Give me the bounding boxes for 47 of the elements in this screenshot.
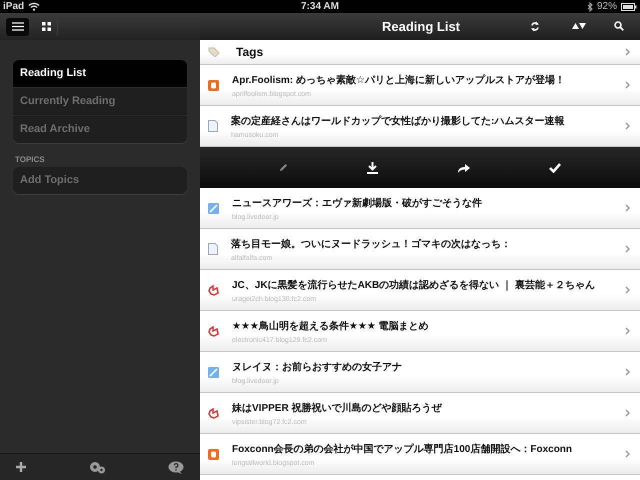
article-title: Apr.Foolism: めっちゃ素敵☆パリと上海に新しいアップルストアが登場！ (232, 73, 565, 86)
search-icon[interactable] (614, 21, 624, 31)
article-title: Foxconn会長の弟の会社が中国でアップル専門店100店舗開設へ：Foxconn (232, 442, 572, 456)
chevron-icon (625, 286, 630, 294)
wifi-icon (28, 2, 40, 11)
device-name: iPad (3, 1, 24, 12)
chevron-icon (625, 409, 630, 417)
checkmark-icon[interactable] (548, 162, 561, 172)
grid-icon (42, 22, 50, 31)
article-title: 落ち目モー娘。ついにヌードラッシュ！ゴマキの次はなっち： (231, 238, 511, 250)
chevron-icon (625, 327, 630, 335)
tag-icon (208, 47, 220, 57)
menu-icon (12, 22, 24, 31)
help-icon[interactable] (168, 460, 184, 474)
gears-icon[interactable] (88, 460, 106, 474)
chevron-icon (625, 48, 630, 56)
pen-square-icon (208, 202, 219, 214)
document-icon (208, 120, 218, 132)
chevron-icon (625, 368, 630, 376)
bluetooth-icon (586, 2, 593, 12)
menu-button[interactable] (6, 18, 29, 36)
sort-icon[interactable] (572, 23, 586, 29)
sidebar-item[interactable]: Reading List (13, 60, 187, 87)
article-title: ニュースアワーズ：エヴァ新劇場版・破がすごそうな件 (232, 196, 482, 210)
add-icon[interactable] (16, 462, 26, 472)
chevron-icon (625, 245, 630, 253)
tags-label: Tags (236, 45, 264, 59)
pencil-icon[interactable] (279, 163, 288, 172)
header-title: Reading List (382, 19, 460, 34)
share-arrow-icon[interactable] (456, 162, 470, 172)
article-title: ヌレイヌ：お前らおすすめの女子アナ (232, 360, 402, 374)
battery-icon (620, 2, 637, 10)
document-icon (208, 243, 218, 255)
pen-square-icon (208, 366, 219, 378)
chevron-icon (625, 81, 630, 89)
chevron-icon (625, 450, 630, 458)
section-heading: TOPICS (15, 155, 46, 164)
article-title: ★★★鳥山明を超える条件★★★ 電脳まとめ (232, 320, 429, 332)
battery-percent: 92% (596, 1, 617, 12)
chevron-icon (625, 122, 630, 130)
refresh-icon[interactable] (530, 21, 540, 32)
article-title: JC、JKに黒髪を流行らせたAKBの功績は認めざるを得ない ｜ 裏芸能＋２ちゃん (232, 278, 595, 292)
download-icon[interactable] (367, 162, 378, 174)
clock: 7:34 AM (301, 1, 339, 12)
chevron-icon (625, 204, 630, 212)
article-title: 案の定産経さんはワールドカップで女性ばかり撮影してた:ハムスター速報 (231, 114, 564, 128)
article-title: 妹はVIPPER 祝勝祝いで川島のどや顔貼ろうぜ (232, 402, 442, 414)
